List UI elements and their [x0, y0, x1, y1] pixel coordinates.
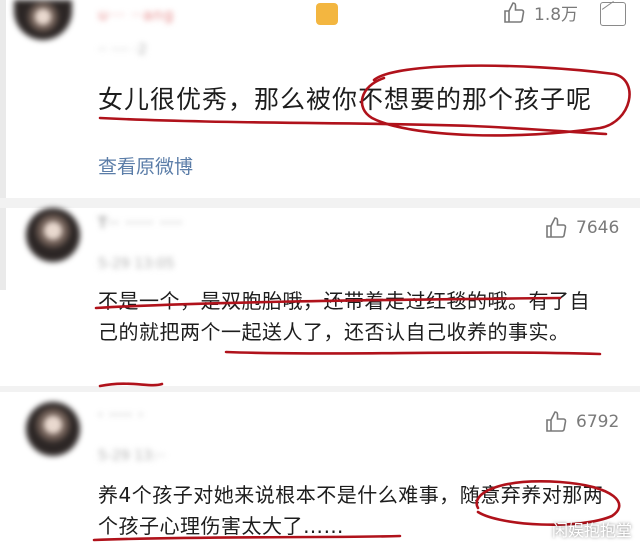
scroll-edge — [0, 0, 6, 290]
post-author-avatar[interactable] — [14, 0, 72, 40]
thumbs-up-icon — [504, 1, 525, 23]
post-body: 女儿很优秀，那么被你不想要的那个孩子呢 — [98, 85, 593, 114]
more-options-icon[interactable] — [600, 0, 626, 26]
comment-2-like-count: 6792 — [576, 412, 620, 432]
post-timestamp: ·· ···· ·2 — [98, 42, 147, 58]
comment-2-body: 养4个孩子对她来说根本不是什么难事，随意弃养对那两个孩子心理伤害太大了…… — [98, 483, 604, 538]
comment-1-avatar[interactable] — [26, 208, 80, 262]
view-original-link[interactable]: 查看原微博 — [98, 152, 193, 179]
thumbs-up-icon — [546, 217, 567, 238]
comment-2-avatar[interactable] — [26, 402, 80, 456]
post-like-button[interactable]: 1.8万 — [502, 0, 578, 25]
comment-divider — [0, 386, 640, 392]
comment-2-like-button[interactable]: 6792 — [544, 410, 619, 434]
post-author-name[interactable]: u··· ··ang — [98, 6, 174, 24]
comment-2-username[interactable]: · ···· · — [98, 406, 144, 424]
comment-1-like-count: 7646 — [576, 218, 620, 238]
comment-1-like-button[interactable]: 7646 — [544, 216, 619, 240]
post-like-count: 1.8万 — [534, 5, 579, 25]
section-divider — [0, 198, 640, 208]
comment-1-username[interactable]: T·· ····· ···· — [98, 214, 183, 232]
comment-1-body: 不是一个，是双胞胎哦，还带着走过红毯的哦。有了自己的就把两个一起送人了，还否认自… — [98, 289, 590, 344]
vip-badge-icon — [316, 3, 338, 25]
watermark-text: 闲娱抱抱堂 — [551, 521, 632, 540]
comment-2-timestamp: 5-29 13:·· — [98, 448, 166, 464]
thumbs-up-icon — [546, 411, 567, 432]
comment-1-timestamp: 5-29 13:05 — [98, 256, 175, 272]
